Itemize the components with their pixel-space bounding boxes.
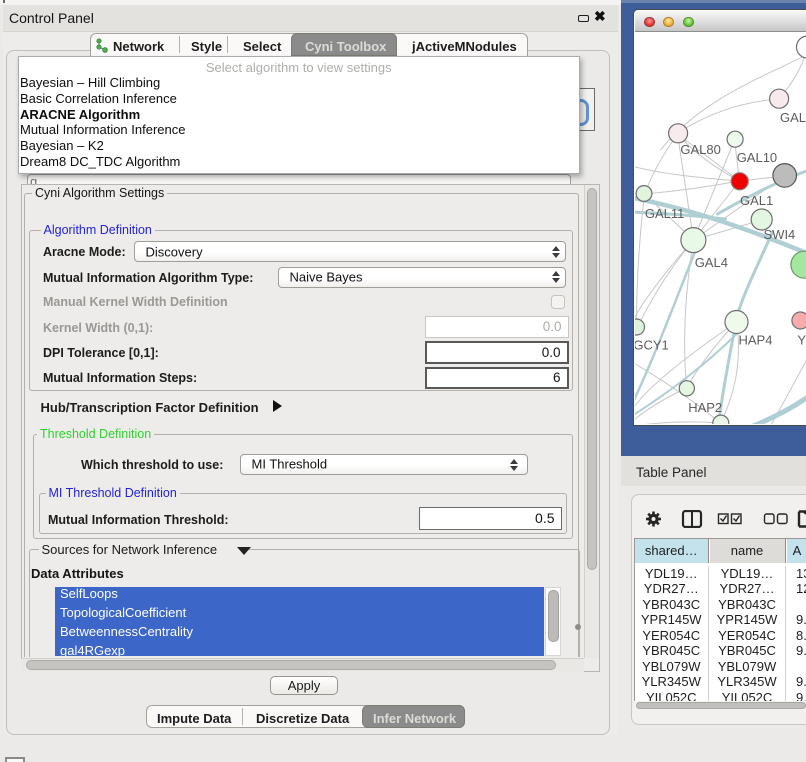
svg-text:GAL10: GAL10 <box>736 150 776 165</box>
svg-text:SWI4: SWI4 <box>763 227 795 242</box>
svg-text:GAL2: GAL2 <box>780 110 806 125</box>
svg-text:GAL11: GAL11 <box>644 206 684 221</box>
svg-text:GAL80: GAL80 <box>680 142 720 157</box>
svg-text:Y: Y <box>797 333 806 348</box>
svg-text:HAP2: HAP2 <box>688 400 722 415</box>
svg-text:HAP4: HAP4 <box>738 333 772 348</box>
svg-text:GAL1: GAL1 <box>740 193 773 208</box>
svg-text:GCY1: GCY1 <box>635 337 669 352</box>
svg-text:GAL4: GAL4 <box>694 255 727 270</box>
